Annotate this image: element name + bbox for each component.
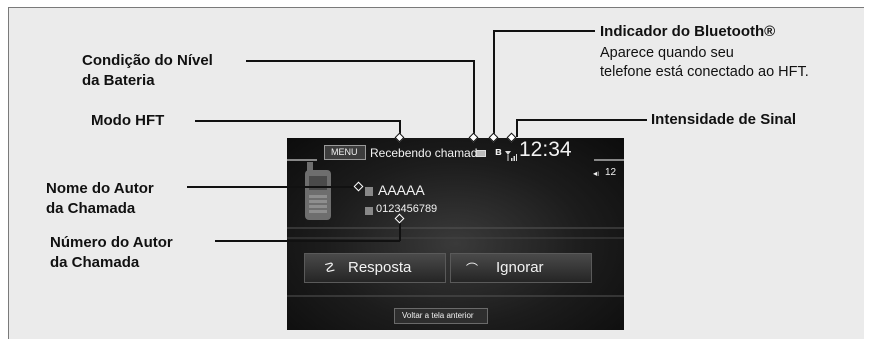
battery-icon (476, 150, 486, 157)
caller-name: AAAAA (378, 182, 425, 198)
bluetooth-icon: ʙ (495, 146, 502, 158)
ignore-icon: ⌒ (466, 262, 479, 276)
label-caller-name: Nome do Autor da Chamada (46, 180, 154, 217)
number-icon (365, 207, 373, 215)
signal-icon (505, 148, 517, 166)
answer-button[interactable]: ☡ Resposta (304, 253, 446, 283)
label-caller-number: Número do Autor da Chamada (50, 234, 173, 271)
volume-icon: ◂ı (593, 169, 600, 178)
phone-icon (305, 162, 331, 220)
answer-label: Resposta (348, 259, 412, 276)
label-hft-mode: Modo HFT (91, 112, 165, 129)
label-signal-strength: Intensidade de Sinal (651, 111, 797, 128)
status-text: Recebendo chamada (370, 146, 485, 160)
ignore-button[interactable]: ⌒ Ignorar (450, 253, 592, 283)
back-button[interactable]: Voltar a tela anterior (394, 308, 488, 324)
screen-decoration (287, 159, 624, 297)
menu-button[interactable]: MENU (324, 145, 366, 160)
label-battery-level: Condição do Nível da Bateria (82, 52, 213, 89)
ignore-label: Ignorar (496, 259, 544, 276)
caller-number: 0123456789 (376, 203, 438, 215)
contact-icon (365, 187, 373, 196)
label-bluetooth: Indicador do Bluetooth® (600, 23, 776, 40)
phone-screen: MENU Recebendo chamada ʙ 12:34 ◂ı 12 AAA… (287, 138, 624, 330)
volume-level: 12 (605, 167, 617, 178)
bluetooth-description: Aparece quando seu telefone está conecta… (600, 45, 809, 80)
back-label: Voltar a tela anterior (402, 311, 474, 320)
answer-icon: ☡ (324, 260, 336, 275)
menu-label: MENU (331, 147, 358, 157)
clock: 12:34 (519, 138, 572, 161)
